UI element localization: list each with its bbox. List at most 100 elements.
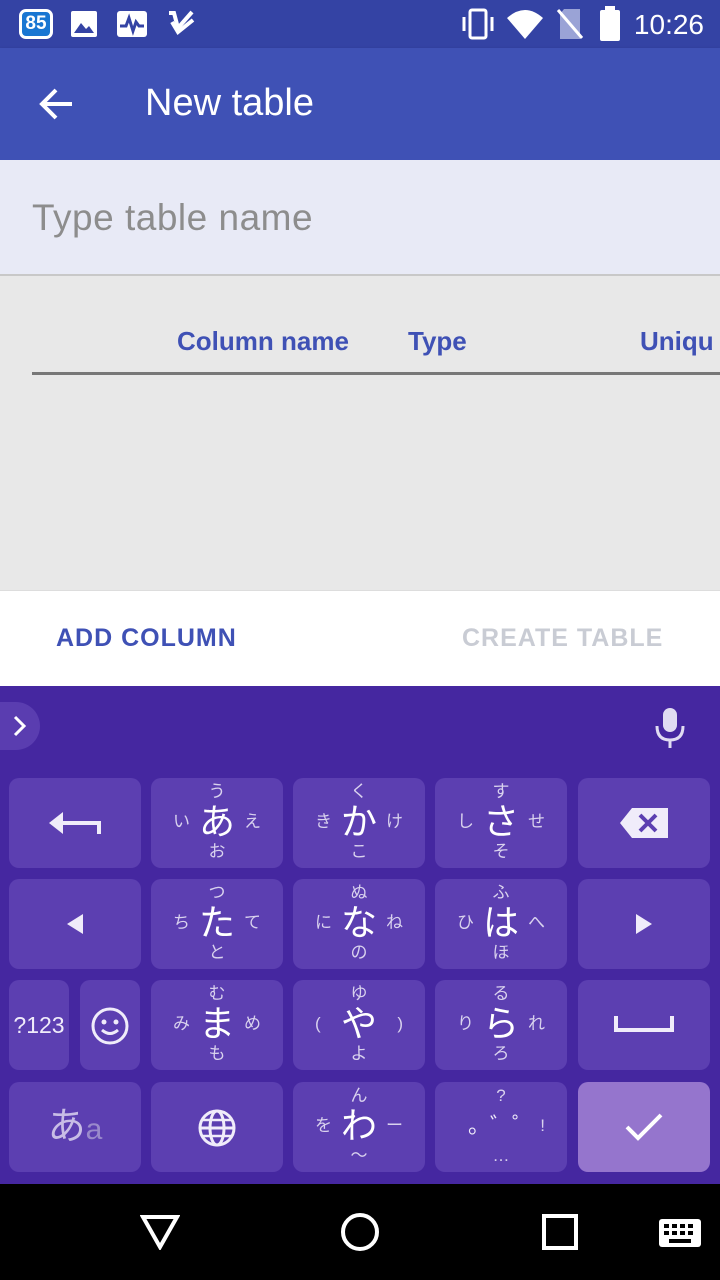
flick-right-label: ) xyxy=(397,1014,403,1033)
app-bar: New table xyxy=(0,48,720,160)
flick-down-label: と xyxy=(208,943,226,962)
key-main-label: か xyxy=(340,801,377,842)
key-ta[interactable]: つ ち た て と xyxy=(151,879,283,969)
table-name-container xyxy=(0,160,720,276)
flick-up-label: ゆ xyxy=(350,984,368,1003)
key-main-label: は xyxy=(482,902,519,943)
flick-down-label: も xyxy=(208,1044,226,1063)
key-main-label: 。゛゜ xyxy=(467,1113,534,1138)
chevron-right-icon xyxy=(13,715,27,737)
globe-icon xyxy=(198,1109,236,1147)
flick-down-label: そ xyxy=(492,842,510,861)
header-divider xyxy=(32,372,720,375)
cursor-right-key[interactable] xyxy=(578,879,710,969)
recents-square-icon[interactable] xyxy=(542,1214,578,1250)
undo-key[interactable] xyxy=(9,778,141,868)
keyboard-switch-icon[interactable] xyxy=(658,1218,702,1248)
key-a[interactable]: う い あ え お xyxy=(151,778,283,868)
flick-up-label: く xyxy=(350,782,368,801)
flick-down-label: の xyxy=(350,943,368,962)
flick-up-label: る xyxy=(492,984,510,1003)
flick-up-label: す xyxy=(492,782,510,801)
key-main-label: ら xyxy=(482,1003,519,1044)
enter-key[interactable] xyxy=(578,1082,710,1172)
create-table-button[interactable]: CREATE TABLE xyxy=(462,621,663,655)
key-main-label: さ xyxy=(482,801,519,842)
numeric-mode-label: ?123 xyxy=(13,1012,65,1038)
clock: 10:26 xyxy=(633,9,704,40)
type-header: Type xyxy=(408,326,467,356)
flick-down-label: ほ xyxy=(492,943,510,962)
microphone-icon[interactable] xyxy=(650,706,690,750)
column-name-header: Column name xyxy=(177,326,349,356)
flick-up-label: ? xyxy=(496,1086,506,1105)
flick-down-label: … xyxy=(492,1146,510,1165)
japanese-keyboard: う い あ え お く き か け こ す し さ せ そ つ ち た て と xyxy=(0,686,720,1184)
key-main-label: ま xyxy=(198,1003,235,1044)
flick-up-label: う xyxy=(208,782,226,801)
notification-count-badge: 85 xyxy=(19,9,53,39)
flick-down-label: こ xyxy=(350,842,368,861)
smiley-icon xyxy=(91,1007,129,1045)
back-arrow-icon[interactable] xyxy=(30,78,82,130)
unique-header: Uniqu xyxy=(640,326,714,356)
home-circle-icon[interactable] xyxy=(340,1212,380,1252)
add-column-button[interactable]: ADD COLUMN xyxy=(56,621,237,655)
vibrate-icon xyxy=(462,8,494,40)
backspace-icon xyxy=(620,808,668,838)
flick-right-label: え xyxy=(244,812,261,831)
key-main-label: わ xyxy=(340,1105,377,1146)
key-main-label: な xyxy=(340,902,377,943)
no-sim-icon xyxy=(556,9,584,39)
key-punctuation[interactable]: ? 。゛゜ ! … xyxy=(435,1082,567,1172)
triangle-left-icon xyxy=(67,914,83,934)
key-ra[interactable]: る り ら れ ろ xyxy=(435,980,567,1070)
kana-label-sub: a xyxy=(85,1113,103,1146)
image-icon xyxy=(71,11,97,37)
triangle-right-icon xyxy=(636,914,652,934)
flick-down-label: よ xyxy=(350,1044,368,1063)
navigation-bar xyxy=(0,1184,720,1280)
cursor-left-key[interactable] xyxy=(9,879,141,969)
flick-right-label: け xyxy=(386,812,403,831)
key-main-label: や xyxy=(340,1003,377,1044)
action-bar: ADD COLUMN CREATE TABLE xyxy=(0,590,720,686)
undo-arrow-icon xyxy=(49,812,101,834)
flick-up-label: む xyxy=(208,984,226,1003)
checkmark-icon xyxy=(625,1113,663,1141)
columns-table: Column name Type Uniqu xyxy=(0,276,720,590)
kana-mode-label: あa xyxy=(9,1106,141,1151)
kana-label-main: あ xyxy=(47,1106,86,1148)
kana-mode-key[interactable]: あa xyxy=(9,1082,141,1172)
table-name-input[interactable] xyxy=(32,188,692,248)
key-ka[interactable]: く き か け こ xyxy=(293,778,425,868)
key-ma[interactable]: む み ま め も xyxy=(151,980,283,1070)
space-bar-icon xyxy=(614,1016,674,1032)
flick-right-label: へ xyxy=(528,913,545,932)
space-key[interactable] xyxy=(578,980,710,1070)
flick-down-label: 〜 xyxy=(350,1146,368,1165)
pulse-icon xyxy=(117,11,147,37)
key-ya[interactable]: ゆ ( や ) よ xyxy=(293,980,425,1070)
key-na[interactable]: ぬ に な ね の xyxy=(293,879,425,969)
key-main-label: あ xyxy=(198,801,235,842)
language-switch-key[interactable] xyxy=(151,1082,283,1172)
key-sa[interactable]: す し さ せ そ xyxy=(435,778,567,868)
battery-icon xyxy=(600,6,620,41)
back-triangle-icon[interactable] xyxy=(140,1214,180,1250)
flick-right-label: ね xyxy=(386,913,403,932)
keyboard-toolbar-toggle[interactable] xyxy=(0,702,40,750)
flick-right-label: ー xyxy=(386,1116,403,1135)
backspace-key[interactable] xyxy=(578,778,710,868)
key-ha[interactable]: ふ ひ は へ ほ xyxy=(435,879,567,969)
flick-up-label: ん xyxy=(350,1086,368,1105)
check-icon xyxy=(169,10,195,35)
flick-right-label: れ xyxy=(528,1014,545,1033)
emoji-key[interactable] xyxy=(80,980,140,1070)
flick-right-label: て xyxy=(244,913,261,932)
numeric-mode-key[interactable]: ?123 xyxy=(9,980,69,1070)
wifi-icon xyxy=(507,10,543,39)
flick-up-label: つ xyxy=(208,883,226,902)
key-wa[interactable]: ん を わ ー 〜 xyxy=(293,1082,425,1172)
key-main-label: た xyxy=(198,902,235,943)
